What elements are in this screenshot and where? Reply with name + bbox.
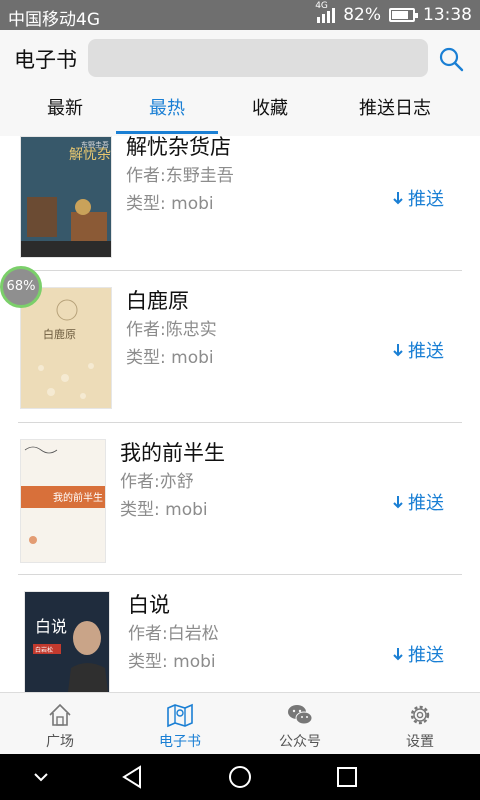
progress-badge[interactable]: 68% bbox=[0, 266, 42, 308]
home-icon bbox=[49, 703, 71, 726]
status-right: 4G 82% 13:38 bbox=[315, 1, 472, 25]
back-icon[interactable] bbox=[120, 764, 146, 790]
nav-label: 设置 bbox=[406, 734, 434, 750]
search-header: 电子书 bbox=[0, 30, 480, 86]
signal-icon: 4G bbox=[315, 1, 336, 23]
network-type-label: 4G bbox=[315, 1, 328, 11]
carrier-label: 中国移动4G bbox=[8, 10, 100, 30]
push-button[interactable]: 推送 bbox=[392, 337, 444, 363]
list-item[interactable]: 我的前半生 我的前半生 作者:亦舒 类型: mobi 推送 bbox=[0, 423, 480, 575]
book-type: 类型: mobi bbox=[120, 500, 208, 520]
book-author: 作者:陈忠实 bbox=[126, 320, 217, 340]
tab-bar: 最新 最热 收藏 推送日志 bbox=[0, 86, 480, 136]
nav-settings[interactable]: 设置 bbox=[360, 693, 480, 755]
gear-icon bbox=[410, 705, 430, 725]
battery-icon bbox=[389, 8, 418, 22]
recent-apps-icon[interactable] bbox=[334, 764, 360, 790]
download-arrow-icon bbox=[393, 344, 403, 357]
push-label: 推送 bbox=[408, 493, 444, 514]
push-label: 推送 bbox=[408, 645, 444, 666]
wechat-icon bbox=[288, 705, 313, 725]
book-cover: 白鹿原 bbox=[20, 287, 112, 409]
list-item[interactable]: 白说 白岩松 白说 作者:白岩松 类型: mobi 推送 bbox=[0, 575, 480, 692]
push-button[interactable]: 推送 bbox=[392, 185, 444, 211]
download-arrow-icon bbox=[393, 496, 403, 509]
book-type: 类型: mobi bbox=[126, 348, 214, 368]
bottom-nav: 广场 电子书 公众号 设置 bbox=[0, 692, 480, 754]
book-cover: 我的前半生 bbox=[20, 439, 106, 563]
nav-label: 公众号 bbox=[279, 734, 321, 750]
home-button-icon[interactable] bbox=[227, 764, 253, 790]
cover-author-text: 东野圭吾 bbox=[81, 140, 109, 149]
cover-title-text: 白说 bbox=[35, 617, 67, 636]
cover-title-text: 我的前半生 bbox=[53, 491, 103, 504]
push-button[interactable]: 推送 bbox=[392, 489, 444, 515]
cover-title-text: 白鹿原 bbox=[43, 327, 76, 341]
search-icon[interactable] bbox=[438, 46, 464, 72]
tab-favorites[interactable]: 收藏 bbox=[218, 86, 322, 136]
push-button[interactable]: 推送 bbox=[392, 641, 444, 667]
book-cover: 白说 白岩松 bbox=[24, 591, 110, 692]
book-author: 作者:东野圭吾 bbox=[126, 166, 234, 186]
book-title[interactable]: 解忧杂货店 bbox=[126, 136, 231, 161]
clock: 13:38 bbox=[423, 5, 472, 25]
list-item[interactable]: 白鹿原 白鹿原 作者:陈忠实 类型: mobi 推送 bbox=[0, 271, 480, 423]
nav-ebook[interactable]: 电子书 bbox=[120, 693, 240, 755]
tab-hottest[interactable]: 最热 bbox=[116, 86, 218, 136]
book-title[interactable]: 我的前半生 bbox=[120, 437, 225, 467]
book-author: 作者:亦舒 bbox=[120, 472, 194, 492]
active-tab-indicator bbox=[116, 131, 218, 134]
nav-plaza[interactable]: 广场 bbox=[0, 693, 120, 755]
tab-push-log[interactable]: 推送日志 bbox=[330, 86, 460, 136]
book-title[interactable]: 白鹿原 bbox=[126, 285, 189, 315]
nav-official-accounts[interactable]: 公众号 bbox=[240, 693, 360, 755]
cover-author-text: 白岩松 bbox=[35, 646, 53, 654]
tab-latest[interactable]: 最新 bbox=[14, 86, 116, 136]
book-title[interactable]: 白说 bbox=[128, 589, 170, 619]
download-arrow-icon bbox=[393, 192, 403, 205]
search-input[interactable] bbox=[88, 39, 428, 77]
battery-percent: 82% bbox=[343, 5, 381, 25]
push-label: 推送 bbox=[408, 189, 444, 210]
list-item[interactable]: 解忧杂货店 东野圭吾 解忧杂货店 作者:东野圭吾 类型: mobi 推送 bbox=[0, 136, 480, 271]
system-nav-bar bbox=[0, 754, 480, 800]
map-book-icon bbox=[167, 703, 193, 728]
download-arrow-icon bbox=[393, 648, 403, 661]
nav-label: 广场 bbox=[46, 734, 74, 750]
nav-label: 电子书 bbox=[159, 734, 201, 750]
page-title: 电子书 bbox=[14, 48, 77, 72]
book-type: 类型: mobi bbox=[126, 194, 214, 214]
book-cover: 解忧杂货店 东野圭吾 bbox=[20, 136, 112, 258]
push-label: 推送 bbox=[408, 341, 444, 362]
chevron-down-icon[interactable] bbox=[28, 764, 54, 790]
book-list[interactable]: 解忧杂货店 东野圭吾 解忧杂货店 作者:东野圭吾 类型: mobi 推送 白鹿原… bbox=[0, 136, 480, 692]
status-bar: 中国移动4G 4G 82% 13:38 bbox=[0, 0, 480, 30]
book-type: 类型: mobi bbox=[128, 652, 216, 672]
book-author: 作者:白岩松 bbox=[128, 624, 219, 644]
